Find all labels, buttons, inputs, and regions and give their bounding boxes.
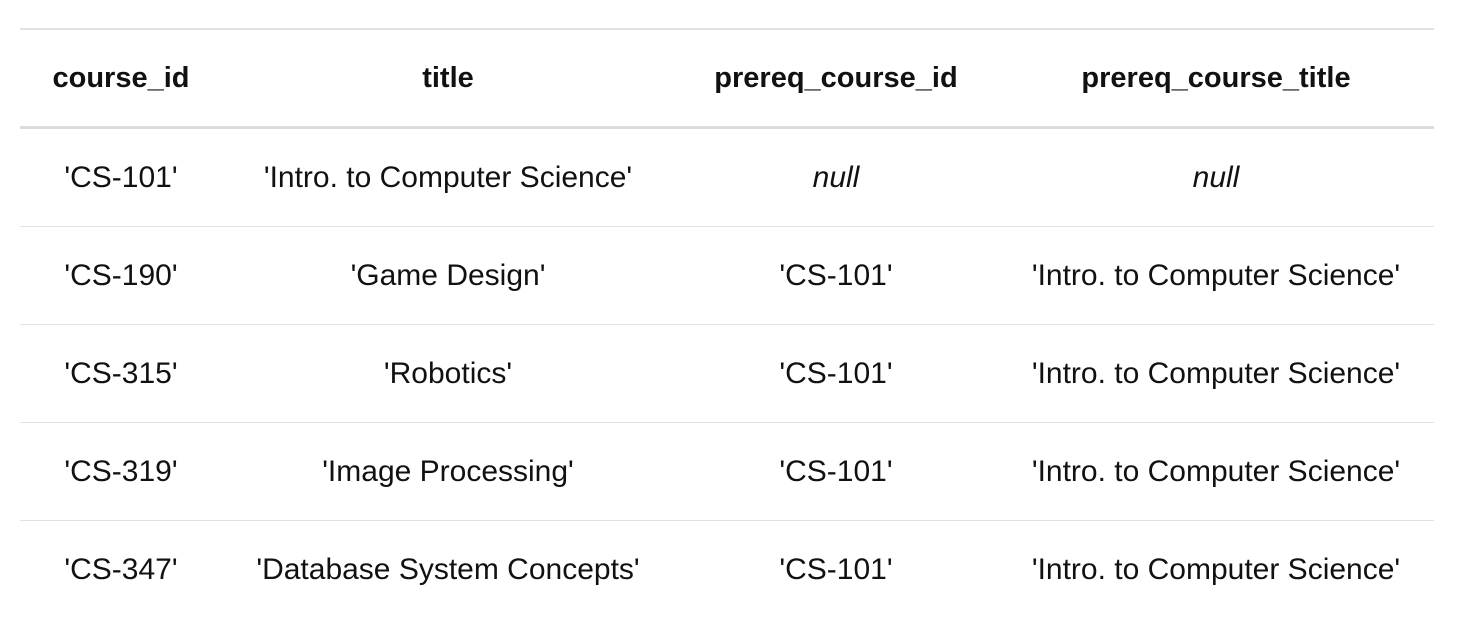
cell-course-id: 'CS-347': [64, 552, 178, 586]
header-row: course_id title prereq_course_id prereq_…: [20, 29, 1434, 129]
cell-prereq-course-id: 'CS-101': [674, 226, 998, 325]
column-header-prereq-course-title: prereq_course_title: [998, 29, 1434, 129]
cell-prereq-course-id: null: [674, 127, 998, 227]
results-table-container: course_id title prereq_course_id prereq_…: [20, 28, 1434, 618]
results-table: course_id title prereq_course_id prereq_…: [20, 28, 1434, 618]
table-header: course_id title prereq_course_id prereq_…: [20, 29, 1434, 129]
cell-course-id: 'CS-190': [20, 226, 222, 325]
table-row: 'CS-319' 'Image Processing' 'CS-101' 'In…: [20, 422, 1434, 521]
cell-prereq-course-id: 'CS-101': [779, 552, 893, 586]
table-row: 'CS-101' 'Intro. to Computer Science' nu…: [20, 127, 1434, 227]
column-header-prereq-course-id: prereq_course_id: [674, 29, 998, 129]
cell-course-id: 'CS-101': [20, 127, 222, 227]
cell-course-id: 'CS-315': [20, 324, 222, 423]
cell-title: 'Robotics': [222, 324, 674, 423]
cell-course-id: 'CS-319': [20, 422, 222, 521]
cell-prereq-course-title: 'Intro. to Computer Science': [1031, 552, 1401, 586]
table-row: 'CS-315' 'Robotics' 'CS-101' 'Intro. to …: [20, 324, 1434, 423]
cell-prereq-course-title: 'Intro. to Computer Science': [998, 324, 1434, 423]
cell-title: 'Game Design': [222, 226, 674, 325]
cell-title: 'Database System Concepts': [256, 552, 640, 586]
cell-prereq-course-title: null: [998, 127, 1434, 227]
cell-prereq-course-title: 'Intro. to Computer Science': [998, 422, 1434, 521]
table-row: 'CS-347' 'Database System Concepts' 'CS-…: [20, 521, 1434, 619]
column-header-course-id: course_id: [20, 29, 222, 129]
cell-title: 'Image Processing': [222, 422, 674, 521]
cell-prereq-course-id: 'CS-101': [674, 422, 998, 521]
cell-prereq-course-id: 'CS-101': [674, 324, 998, 423]
table-body: 'CS-101' 'Intro. to Computer Science' nu…: [20, 127, 1434, 619]
cell-prereq-course-title: 'Intro. to Computer Science': [998, 226, 1434, 325]
table-row: 'CS-190' 'Game Design' 'CS-101' 'Intro. …: [20, 226, 1434, 325]
cell-title: 'Intro. to Computer Science': [222, 127, 674, 227]
column-header-title: title: [222, 29, 674, 129]
